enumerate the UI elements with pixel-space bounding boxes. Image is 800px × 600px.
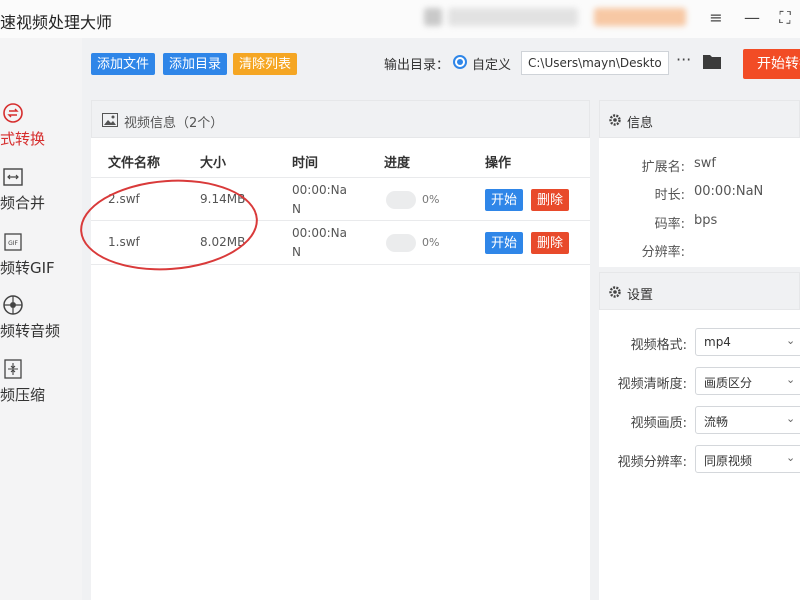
file-time: N — [292, 202, 301, 216]
sidebar-item-format-convert[interactable]: 格式转换 — [0, 102, 82, 160]
sidebar-item-video-to-gif[interactable]: GIF 视频转GIF — [0, 231, 82, 289]
merge-icon — [3, 168, 23, 186]
progress-percent: 0% — [422, 236, 440, 249]
column-header-time: 时间 — [292, 156, 319, 171]
column-header-actions: 操作 — [485, 156, 512, 171]
video-format-select[interactable]: mp4 ⌄ — [695, 328, 800, 356]
progress-bar — [386, 191, 416, 209]
file-size: 9.14MB — [200, 192, 246, 206]
video-resolution-select[interactable]: 同原视频 ⌄ — [695, 445, 800, 473]
column-header-progress: 进度 — [384, 156, 411, 171]
sidebar-item-video-to-audio[interactable]: 视频转音频 — [0, 294, 82, 352]
custom-output-radio[interactable] — [453, 55, 467, 69]
progress-bar — [386, 234, 416, 252]
sidebar: 格式转换 视频合并 GIF 视频转GIF 视频转音频 视频压缩 — [0, 38, 82, 600]
file-size: 8.02MB — [200, 235, 246, 249]
file-name: 1.swf — [108, 235, 140, 249]
svg-text:GIF: GIF — [8, 240, 18, 247]
more-options-button[interactable]: ··· — [676, 50, 691, 69]
sidebar-item-label: 视频转音频 — [0, 322, 61, 340]
video-quality-select[interactable]: 流畅 ⌄ — [695, 406, 800, 434]
chevron-down-icon: ⌄ — [786, 412, 796, 425]
gear-icon — [609, 286, 621, 298]
custom-output-label: 自定义 — [472, 58, 512, 73]
convert-icon — [3, 103, 23, 123]
select-value: 流畅 — [704, 415, 729, 429]
output-directory-label: 输出目录： — [384, 58, 450, 73]
image-icon — [102, 113, 118, 127]
gear-icon — [609, 114, 621, 126]
video-info-title: 视频信息（2个） — [124, 116, 224, 131]
video-clarity-select[interactable]: 画质区分 ⌄ — [695, 367, 800, 395]
settings-title: 设置 — [627, 288, 654, 303]
file-time: N — [292, 245, 301, 259]
audio-icon — [3, 295, 23, 315]
info-title: 信息 — [627, 116, 654, 131]
add-file-button[interactable]: 添加文件 — [91, 53, 156, 75]
video-quality-label: 视频画质: — [630, 416, 687, 431]
clear-list-button[interactable]: 清除列表 — [233, 53, 298, 75]
info-label: 扩展名: — [641, 160, 685, 175]
info-label: 码率: — [654, 217, 685, 232]
info-value: 00:00:NaN — [694, 184, 764, 199]
info-panel: 信息 扩展名: swf 时长: 00:00:NaN 码率: bps 分辨率: — [599, 100, 800, 267]
video-info-header: 视频信息（2个） — [91, 100, 590, 138]
select-value: 同原视频 — [704, 454, 753, 468]
chevron-down-icon: ⌄ — [786, 373, 796, 386]
sidebar-item-video-merge[interactable]: 视频合并 — [0, 166, 82, 224]
sidebar-item-video-compress[interactable]: 视频压缩 — [0, 358, 82, 416]
sidebar-item-label: 视频转GIF — [0, 259, 55, 277]
app-title: 优速视频处理大师 — [0, 13, 113, 32]
delete-button[interactable]: 删除 — [531, 232, 569, 254]
sidebar-item-label: 格式转换 — [0, 130, 46, 148]
file-time: 00:00:Na — [292, 183, 347, 197]
select-value: 画质区分 — [704, 376, 753, 390]
table-row[interactable]: 2.swf 9.14MB 00:00:Na N 0% 开始 删除 — [91, 177, 590, 221]
info-value: swf — [694, 156, 716, 171]
file-name: 2.swf — [108, 192, 140, 206]
settings-header: 设置 — [599, 272, 800, 310]
info-value: bps — [694, 213, 718, 228]
info-header: 信息 — [599, 100, 800, 138]
video-clarity-label: 视频清晰度: — [617, 377, 687, 392]
add-directory-button[interactable]: 添加目录 — [163, 53, 228, 75]
blurred-user-info — [594, 8, 686, 26]
video-format-label: 视频格式: — [630, 338, 687, 353]
folder-icon[interactable] — [702, 52, 722, 70]
file-time: 00:00:Na — [292, 226, 347, 240]
column-header-size: 大小 — [200, 156, 227, 171]
start-button[interactable]: 开始 — [485, 232, 523, 254]
table-row[interactable]: 1.swf 8.02MB 00:00:Na N 0% 开始 删除 — [91, 221, 590, 265]
chevron-down-icon: ⌄ — [786, 334, 796, 347]
start-button[interactable]: 开始 — [485, 189, 523, 211]
compress-icon — [4, 359, 22, 379]
video-info-panel: 视频信息（2个） 文件名称 大小 时间 进度 操作 2.swf 9.14MB 0… — [91, 100, 590, 600]
settings-panel: 设置 视频格式: mp4 ⌄ 视频清晰度: 画质区分 ⌄ 视频画质: 流畅 ⌄ … — [599, 272, 800, 600]
maximize-icon[interactable]: ⛶ — [773, 7, 797, 29]
chevron-down-icon: ⌄ — [786, 451, 796, 464]
column-header-filename: 文件名称 — [108, 156, 161, 171]
title-bar: 优速视频处理大师 ≡ — ⛶ — [0, 0, 800, 38]
progress-percent: 0% — [422, 193, 440, 206]
output-path-input[interactable] — [521, 51, 669, 75]
menu-icon[interactable]: ≡ — [704, 7, 728, 29]
minimize-icon[interactable]: — — [740, 7, 764, 29]
video-resolution-label: 视频分辨率: — [617, 455, 687, 470]
info-label: 时长: — [654, 188, 685, 203]
blurred-user-info — [448, 8, 578, 26]
delete-button[interactable]: 删除 — [531, 189, 569, 211]
sidebar-item-label: 视频合并 — [0, 194, 46, 212]
info-label: 分辨率: — [641, 245, 685, 260]
start-convert-button[interactable]: 开始转换 — [743, 49, 800, 79]
blurred-user-info — [424, 8, 442, 26]
toolbar: 添加文件 添加目录 清除列表 输出目录： 自定义 ··· 开始转换 — [82, 38, 800, 90]
gif-icon: GIF — [4, 233, 22, 251]
select-value: mp4 — [704, 335, 731, 349]
sidebar-item-label: 视频压缩 — [0, 386, 46, 404]
